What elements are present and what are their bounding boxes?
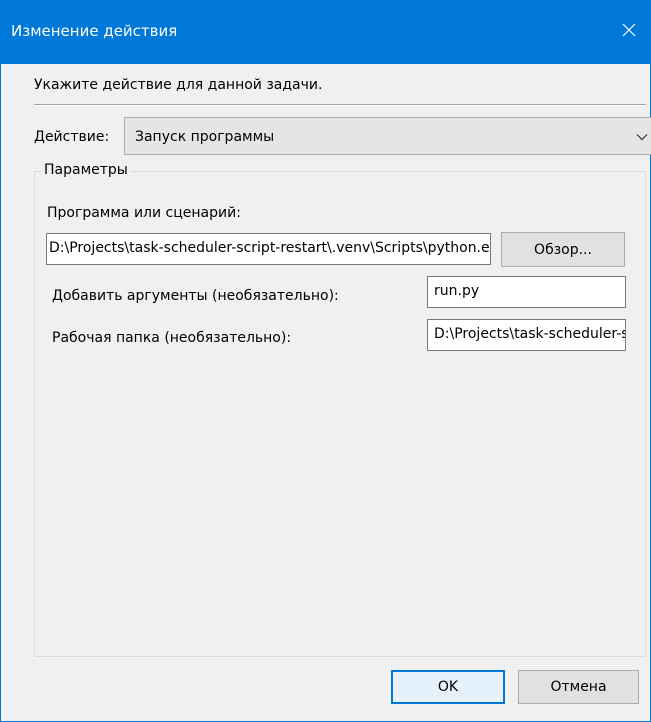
ok-button[interactable]: OK [391,670,505,704]
arguments-label: Добавить аргументы (необязательно): [52,288,339,304]
window-title: Изменение действия [11,22,178,40]
program-input[interactable]: D:\Projects\task-scheduler-script-restar… [46,233,491,265]
parameters-legend: Параметры [41,162,131,178]
ok-button-label: OK [437,679,459,695]
cancel-button-label: Отмена [550,679,607,695]
program-label: Программа или сценарий: [47,205,241,221]
instruction-text: Укажите действие для данной задачи. [34,77,323,93]
action-label: Действие: [34,129,110,145]
browse-button[interactable]: Обзор... [501,232,625,267]
action-selected-value: Запуск программы [135,129,275,145]
title-bar[interactable]: Изменение действия [1,0,651,64]
working-dir-label: Рабочая папка (необязательно): [52,330,292,346]
close-icon [621,22,637,42]
chevron-down-icon [636,131,648,143]
cancel-button[interactable]: Отмена [518,670,639,704]
browse-button-label: Обзор... [534,241,592,258]
arguments-input[interactable]: run.py [427,276,626,308]
edit-action-dialog: Изменение действия Укажите действие для … [0,0,651,722]
divider [34,104,646,106]
close-button[interactable] [606,0,651,64]
working-dir-input[interactable]: D:\Projects\task-scheduler-script-restar… [427,319,626,351]
action-dropdown[interactable]: Запуск программы [124,117,651,155]
